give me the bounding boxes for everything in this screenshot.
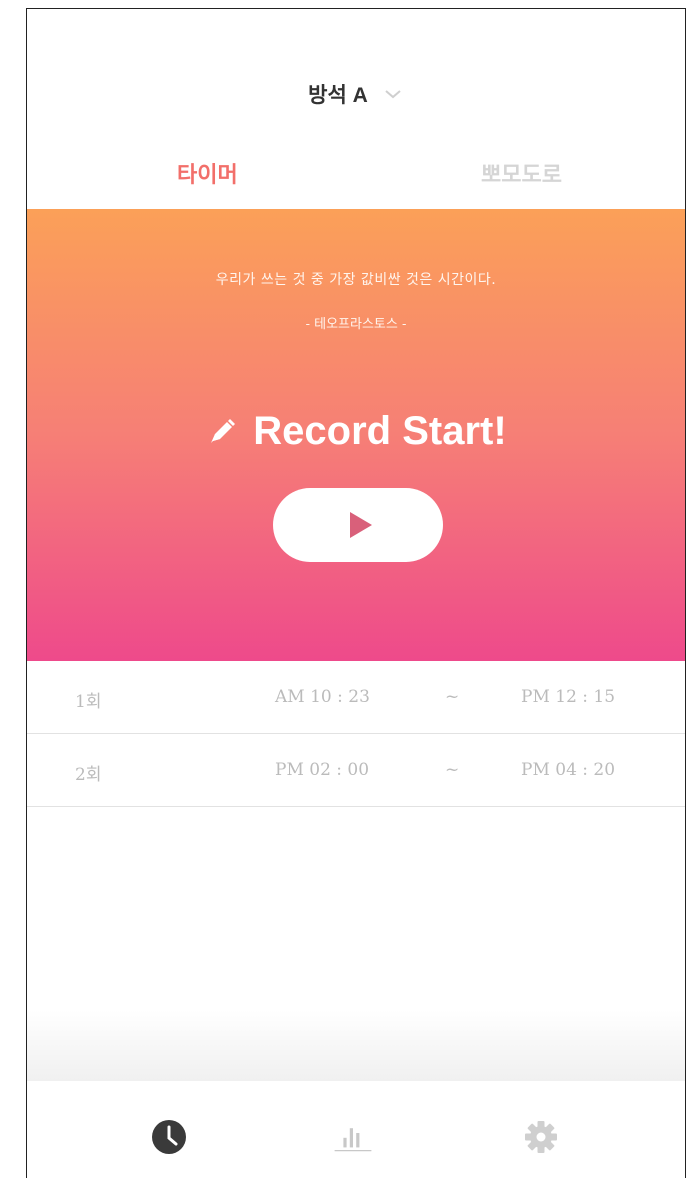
title-selector[interactable]: 방석 A [27, 79, 685, 109]
record-separator: ~ [445, 760, 460, 780]
list-item[interactable]: 2회 PM 02 : 00 ~ PM 04 : 20 [27, 734, 685, 807]
clock-icon [152, 1120, 186, 1154]
nav-statistics[interactable] [333, 1117, 373, 1157]
record-list: 1회 AM 10 : 23 ~ PM 12 : 15 2회 PM 02 : 00… [27, 661, 685, 807]
record-heading: Record Start! [27, 409, 685, 454]
bar-chart-icon [334, 1128, 372, 1152]
quote-text: 우리가 쓰는 것 중 가장 값비싼 것은 시간이다. [215, 272, 497, 288]
header: 방석 A 타이머 뽀모도로 [27, 9, 685, 209]
tab-pomodoro[interactable]: 뽀모도로 [481, 157, 562, 189]
record-index: 2회 [75, 765, 102, 785]
quote-author: - 테오프라스토스 - [305, 317, 407, 332]
tab-timer[interactable]: 타이머 [177, 157, 238, 189]
list-item[interactable]: 1회 AM 10 : 23 ~ PM 12 : 15 [27, 661, 685, 734]
record-start-label: Record Start! [253, 409, 507, 453]
timer-hero: 우리가 쓰는 것 중 가장 값비싼 것은 시간이다. - 테오프라스토스 - R… [27, 209, 685, 661]
chevron-down-icon [385, 90, 401, 99]
record-end-time: PM 04 : 20 [521, 760, 616, 780]
record-start-time: AM 10 : 23 [275, 687, 370, 707]
pencil-icon [211, 418, 236, 443]
bottom-nav [27, 1081, 685, 1178]
record-start-time: PM 02 : 00 [275, 760, 370, 780]
play-icon [350, 512, 372, 538]
play-button[interactable] [273, 488, 443, 562]
tab-bar: 타이머 뽀모도로 [27, 157, 685, 187]
gear-icon [525, 1121, 557, 1153]
record-index: 1회 [75, 692, 102, 712]
nav-settings[interactable] [521, 1117, 561, 1157]
nav-shadow [27, 1009, 685, 1081]
page-title: 방석 A [308, 84, 368, 107]
app-frame: 방석 A 타이머 뽀모도로 우리가 쓰는 것 중 가장 값비싼 것은 시간이다.… [26, 8, 686, 1178]
record-separator: ~ [445, 687, 460, 707]
record-end-time: PM 12 : 15 [521, 687, 616, 707]
nav-timer[interactable] [149, 1117, 189, 1157]
